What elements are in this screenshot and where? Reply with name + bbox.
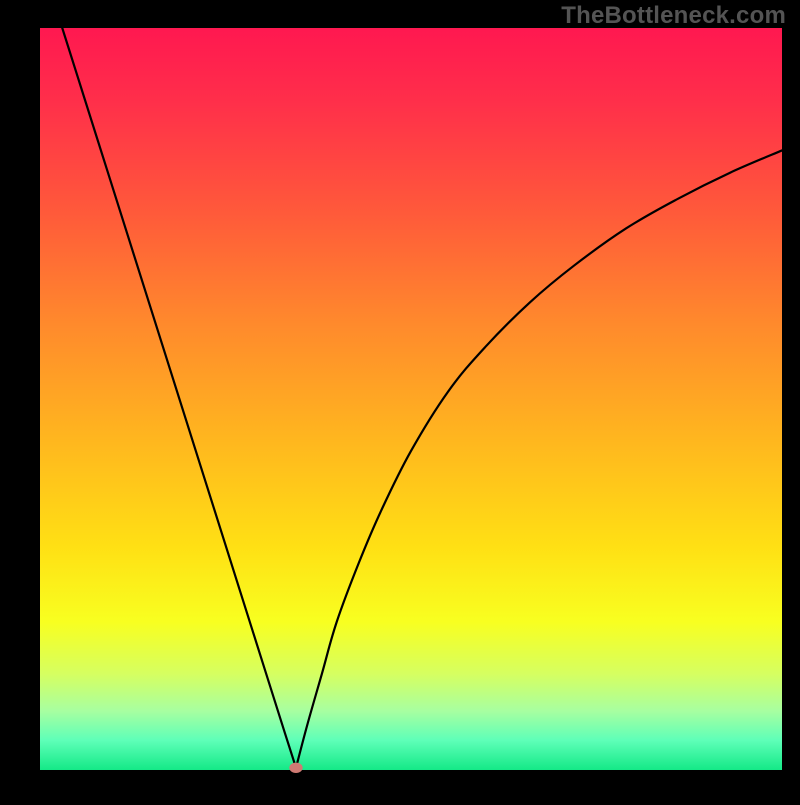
chart-frame: TheBottleneck.com <box>0 0 800 800</box>
watermark-text: TheBottleneck.com <box>561 2 786 30</box>
plot-background <box>40 28 782 770</box>
minimum-marker <box>289 763 302 773</box>
chart-canvas <box>0 0 800 800</box>
